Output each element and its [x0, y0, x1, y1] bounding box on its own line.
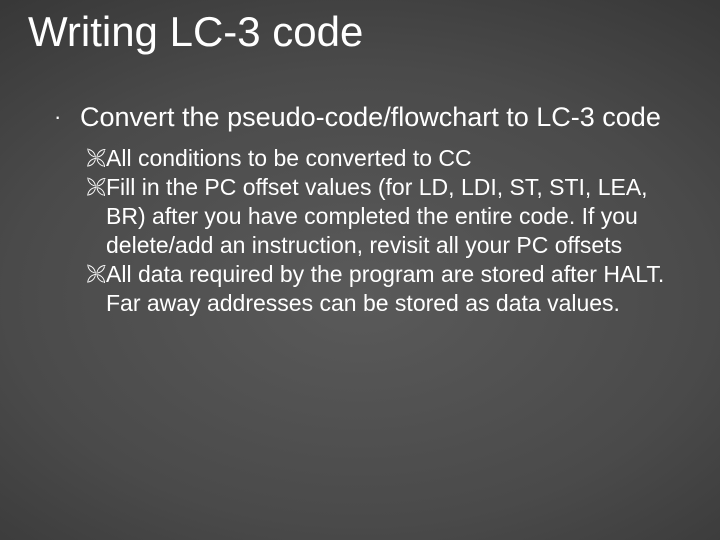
list-item-text: All data required by the program are sto…	[106, 260, 670, 318]
slide: Writing LC-3 code · Convert the pseudo-c…	[0, 0, 720, 540]
list-item-text: Convert the pseudo-code/flowchart to LC-…	[80, 100, 661, 134]
list-item-text: Fill in the PC offset values (for LD, LD…	[106, 173, 670, 260]
list-item: · Convert the pseudo-code/flowchart to L…	[50, 100, 670, 134]
bullet-arrow-icon: 🙪	[86, 173, 106, 202]
slide-body: · Convert the pseudo-code/flowchart to L…	[50, 100, 670, 318]
bullet-arrow-icon: 🙪	[86, 144, 106, 173]
list-item: 🙪 All data required by the program are s…	[86, 260, 670, 318]
sub-list: 🙪 All conditions to be converted to CC 🙪…	[86, 144, 670, 318]
bullet-dot-icon: ·	[50, 100, 80, 134]
slide-title: Writing LC-3 code	[28, 8, 692, 56]
list-item: 🙪 Fill in the PC offset values (for LD, …	[86, 173, 670, 260]
bullet-arrow-icon: 🙪	[86, 260, 106, 289]
list-item: 🙪 All conditions to be converted to CC	[86, 144, 670, 173]
list-item-text: All conditions to be converted to CC	[106, 144, 472, 173]
